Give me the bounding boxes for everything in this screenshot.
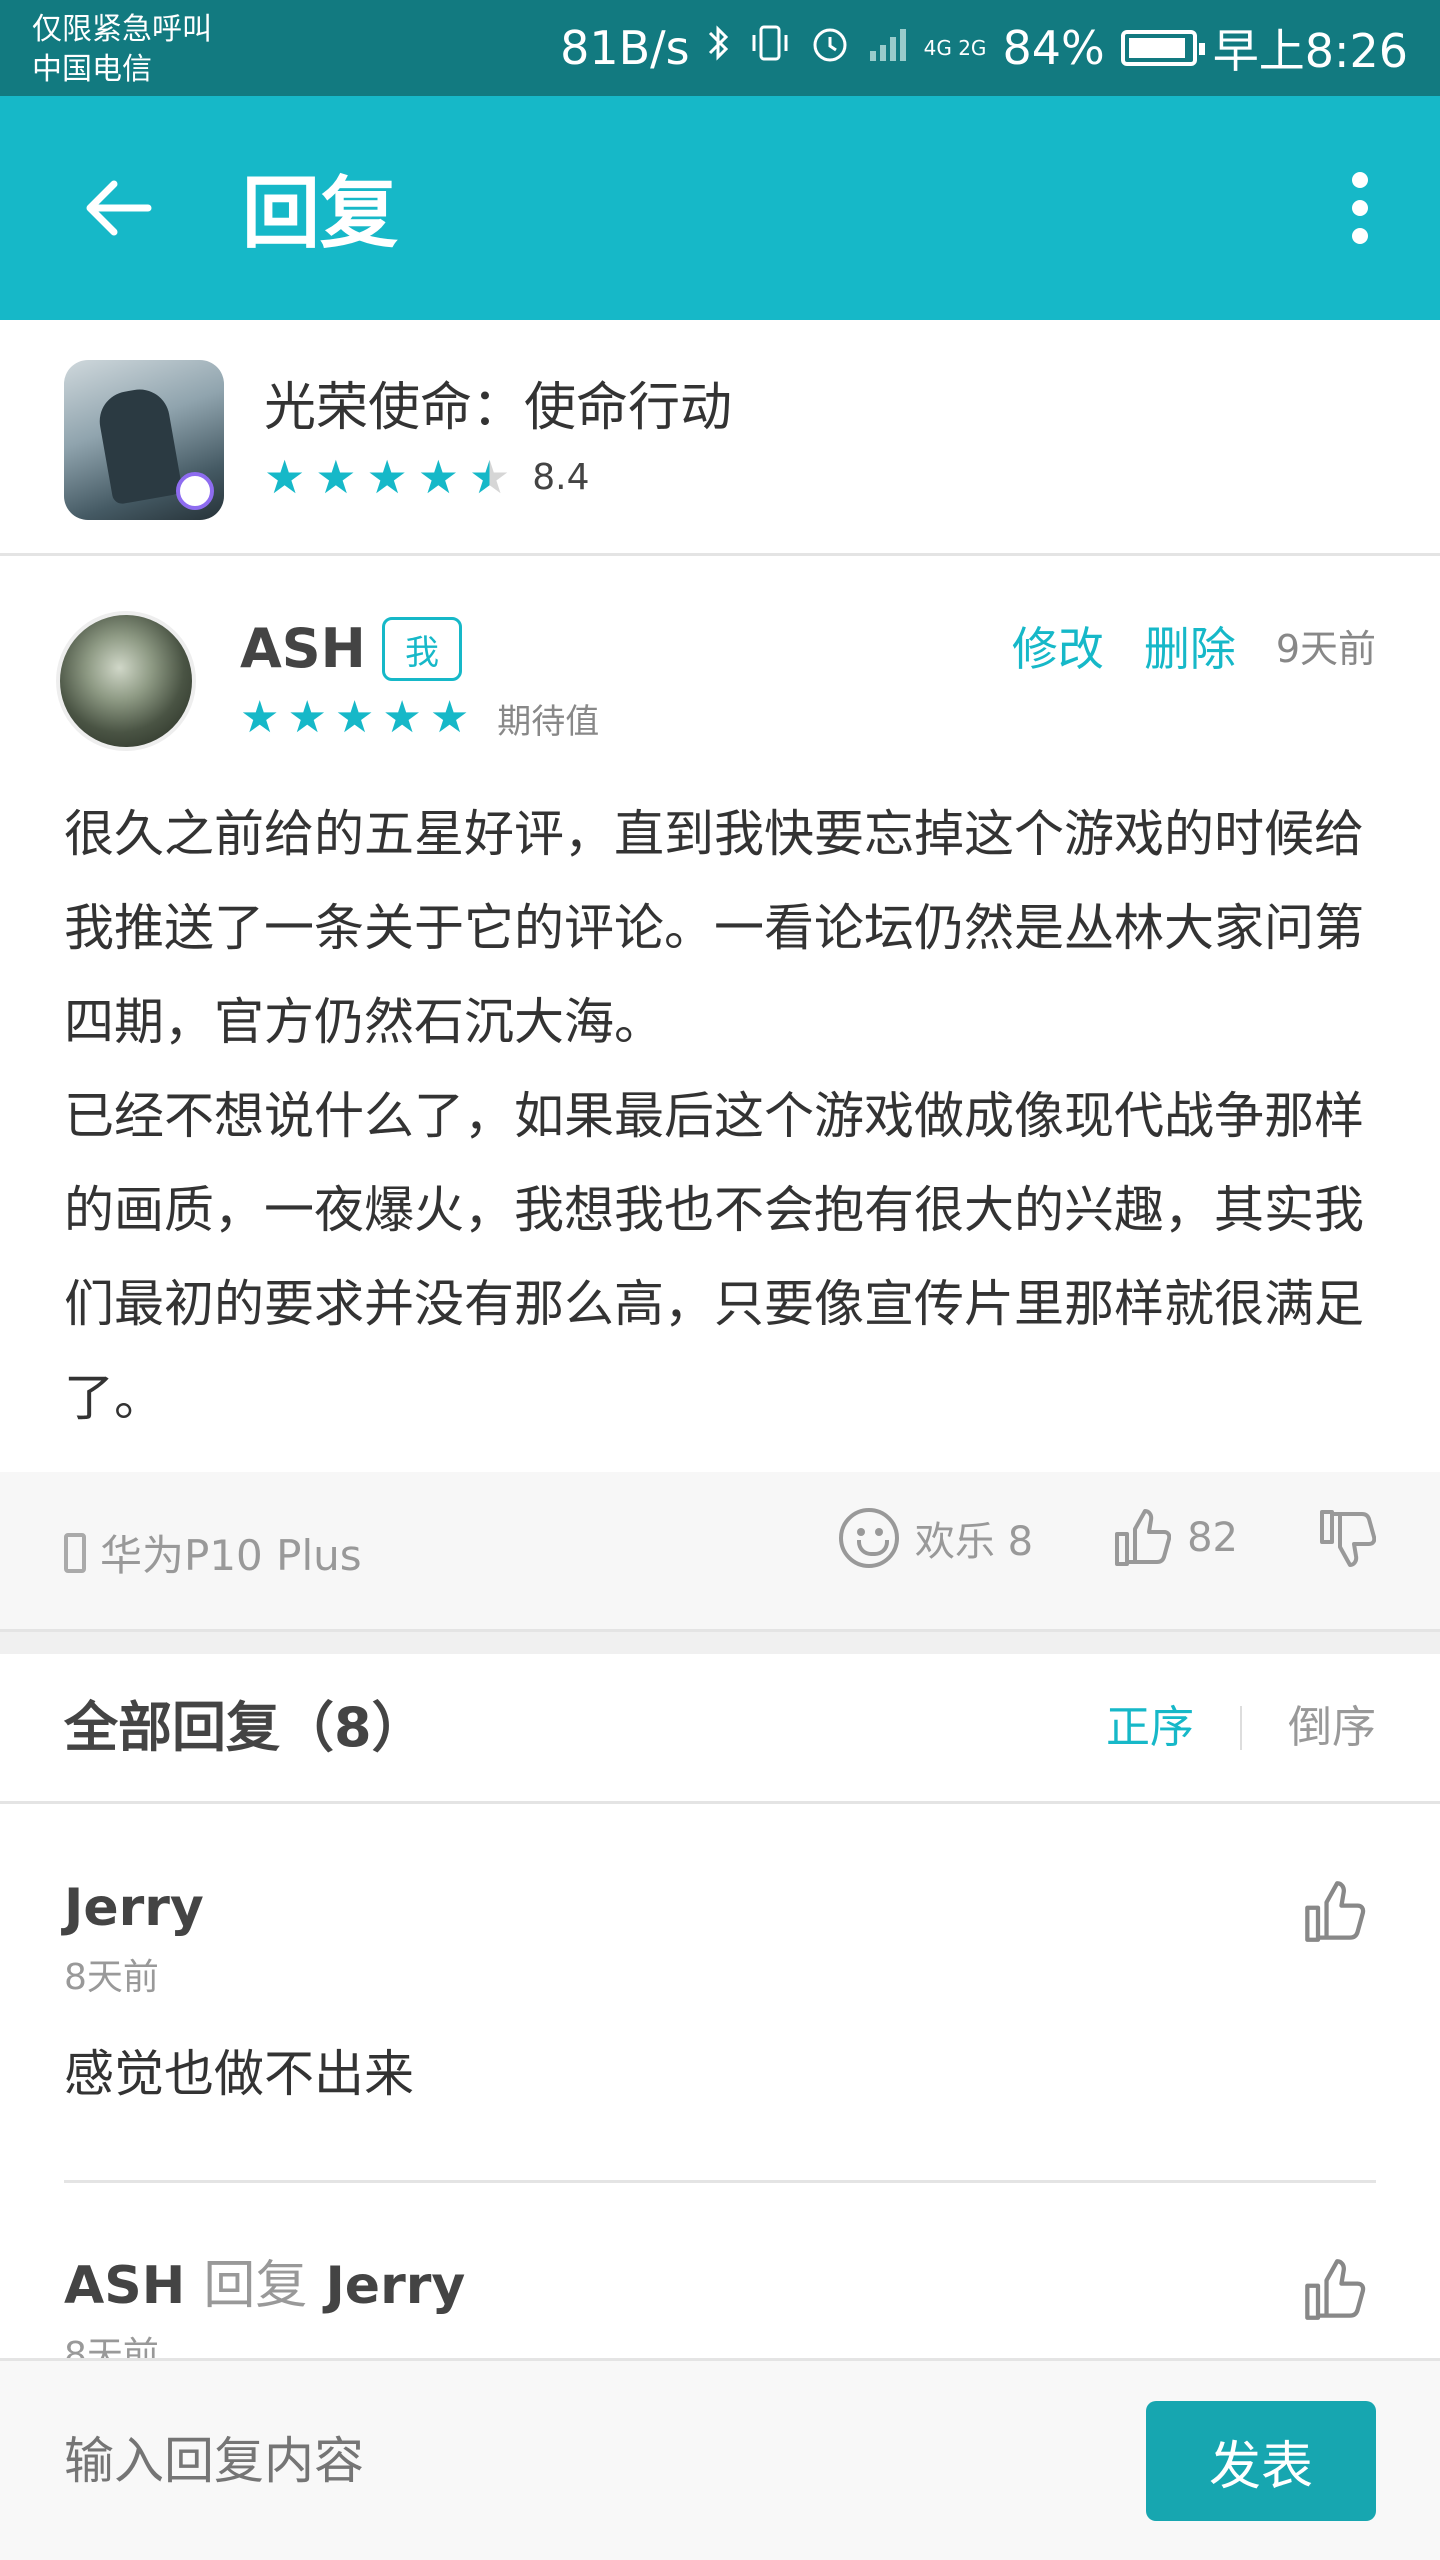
replies-header: 全部回复（8） 正序 倒序 bbox=[0, 1654, 1440, 1804]
reply-to-username[interactable]: Jerry bbox=[325, 2256, 465, 2316]
review-rating: ★ ★ ★ ★ ★ 期待值 bbox=[240, 693, 599, 743]
bluetooth-icon bbox=[706, 21, 732, 76]
delete-button[interactable]: 删除 bbox=[1144, 621, 1236, 677]
fun-label: 欢乐 8 bbox=[914, 1519, 1034, 1565]
me-badge: 我 bbox=[382, 617, 462, 681]
reply-username[interactable]: ASH bbox=[64, 2256, 185, 2316]
signal-icon bbox=[868, 21, 908, 76]
review-username[interactable]: ASH bbox=[240, 617, 366, 681]
replies-title: 全部回复（8） bbox=[64, 1696, 426, 1759]
star-icon: ★ bbox=[287, 692, 327, 743]
fun-button[interactable]: 欢乐 8 bbox=[838, 1508, 1034, 1568]
thumbs-down-icon bbox=[1318, 1508, 1376, 1568]
review-time: 9天前 bbox=[1275, 627, 1376, 671]
reply-item: Jerry 8天前 感觉也做不出来 bbox=[64, 1876, 1376, 2106]
review-actions: 修改 删除 9天前 bbox=[1012, 621, 1376, 677]
reply-input-bar: 发表 bbox=[0, 2358, 1440, 2560]
status-bar: 仅限紧急呼叫 中国电信 81B/s 4G 2G 84% 早上8:26 bbox=[0, 0, 1440, 96]
review-footer: 华为P10 Plus 欢乐 8 82 bbox=[0, 1472, 1440, 1632]
like-button[interactable]: 82 bbox=[1113, 1508, 1238, 1568]
star-icon: ★ bbox=[264, 450, 306, 504]
back-arrow-icon[interactable] bbox=[70, 160, 166, 256]
sort-toggle: 正序 倒序 bbox=[1106, 1700, 1376, 1756]
review-paragraph: 很久之前给的五星好评，直到我快要忘掉这个游戏的时候给我推送了一条关于它的评论。一… bbox=[64, 805, 1364, 1051]
alarm-icon bbox=[808, 21, 852, 76]
reply-input[interactable] bbox=[64, 2411, 1064, 2511]
phone-icon bbox=[64, 1532, 86, 1573]
clock: 早上8:26 bbox=[1212, 24, 1408, 78]
status-icons: 81B/s 4G 2G 84% 早上8:26 bbox=[560, 18, 1408, 78]
reply-text: 感觉也做不出来 bbox=[64, 2045, 414, 2103]
like-count: 82 bbox=[1187, 1515, 1238, 1561]
star-icon: ★ bbox=[334, 692, 375, 743]
star-icon: ★ bbox=[382, 692, 422, 743]
star-icon: ★ bbox=[429, 692, 470, 743]
send-button[interactable]: 发表 bbox=[1146, 2401, 1376, 2521]
device-name: 华为P10 Plus bbox=[100, 1531, 362, 1580]
app-name: 光荣使命：使命行动 bbox=[264, 378, 733, 438]
review-body: 很久之前给的五星好评，直到我快要忘掉这个游戏的时候给我推送了一条关于它的评论。一… bbox=[64, 787, 1376, 1445]
reply-divider bbox=[64, 2180, 1376, 2183]
sort-asc-button[interactable]: 正序 bbox=[1106, 1700, 1194, 1756]
reaction-bar: 欢乐 8 82 bbox=[838, 1508, 1376, 1568]
rating-label: 期待值 bbox=[497, 701, 600, 742]
reply-like-icon[interactable] bbox=[1302, 1880, 1366, 1944]
sort-divider bbox=[1240, 1706, 1242, 1750]
network-speed: 81B/s bbox=[560, 21, 690, 75]
device-info: 华为P10 Plus bbox=[64, 1522, 362, 1583]
dislike-button[interactable] bbox=[1318, 1508, 1376, 1568]
avatar[interactable] bbox=[56, 611, 196, 751]
half-star-icon: ★ bbox=[469, 450, 511, 504]
battery-icon bbox=[1120, 30, 1205, 66]
reply-header: ASH 回复 Jerry bbox=[64, 2254, 1376, 2318]
review-paragraph: 已经不想说什么了，如果最后这个游戏做成像现代战争那样的画质，一夜爆火，我想我也不… bbox=[64, 1087, 1364, 1427]
status-carrier: 仅限紧急呼叫 中国电信 bbox=[32, 10, 212, 90]
star-icon: ★ bbox=[315, 450, 357, 504]
section-gap bbox=[0, 1632, 1440, 1654]
status-emergency-text: 仅限紧急呼叫 bbox=[32, 12, 212, 47]
battery-percent: 84% bbox=[1002, 21, 1105, 75]
thumbs-up-icon bbox=[1113, 1508, 1172, 1568]
reply-time: 8天前 bbox=[64, 1957, 159, 1998]
edit-button[interactable]: 修改 bbox=[1012, 621, 1104, 677]
star-icon: ★ bbox=[366, 450, 408, 504]
status-carrier-text: 中国电信 bbox=[32, 52, 152, 87]
network-type-icon: 4G 2G bbox=[923, 36, 987, 60]
app-info-card[interactable]: 光荣使命：使命行动 ★ ★ ★ ★ ★ 8.4 bbox=[0, 320, 1440, 556]
more-menu-icon[interactable] bbox=[1340, 172, 1380, 244]
star-icon: ★ bbox=[240, 692, 280, 743]
reply-time: 8天前 bbox=[64, 2335, 159, 2358]
page-title: 回复 bbox=[242, 169, 399, 259]
reply-item: ASH 回复 Jerry 8天前 bbox=[64, 2254, 1376, 2358]
smile-icon bbox=[838, 1508, 899, 1568]
sort-desc-button[interactable]: 倒序 bbox=[1288, 1700, 1376, 1756]
reply-like-icon[interactable] bbox=[1302, 2258, 1366, 2322]
app-rating: ★ ★ ★ ★ ★ 8.4 bbox=[264, 452, 590, 502]
game-icon[interactable] bbox=[64, 360, 224, 520]
vibrate-icon bbox=[748, 21, 792, 76]
reply-word: 回复 bbox=[203, 2256, 308, 2316]
app-score: 8.4 bbox=[532, 456, 590, 498]
reply-username[interactable]: Jerry bbox=[64, 1876, 1376, 1940]
star-icon: ★ bbox=[417, 450, 459, 504]
app-bar: 回复 bbox=[0, 96, 1440, 320]
